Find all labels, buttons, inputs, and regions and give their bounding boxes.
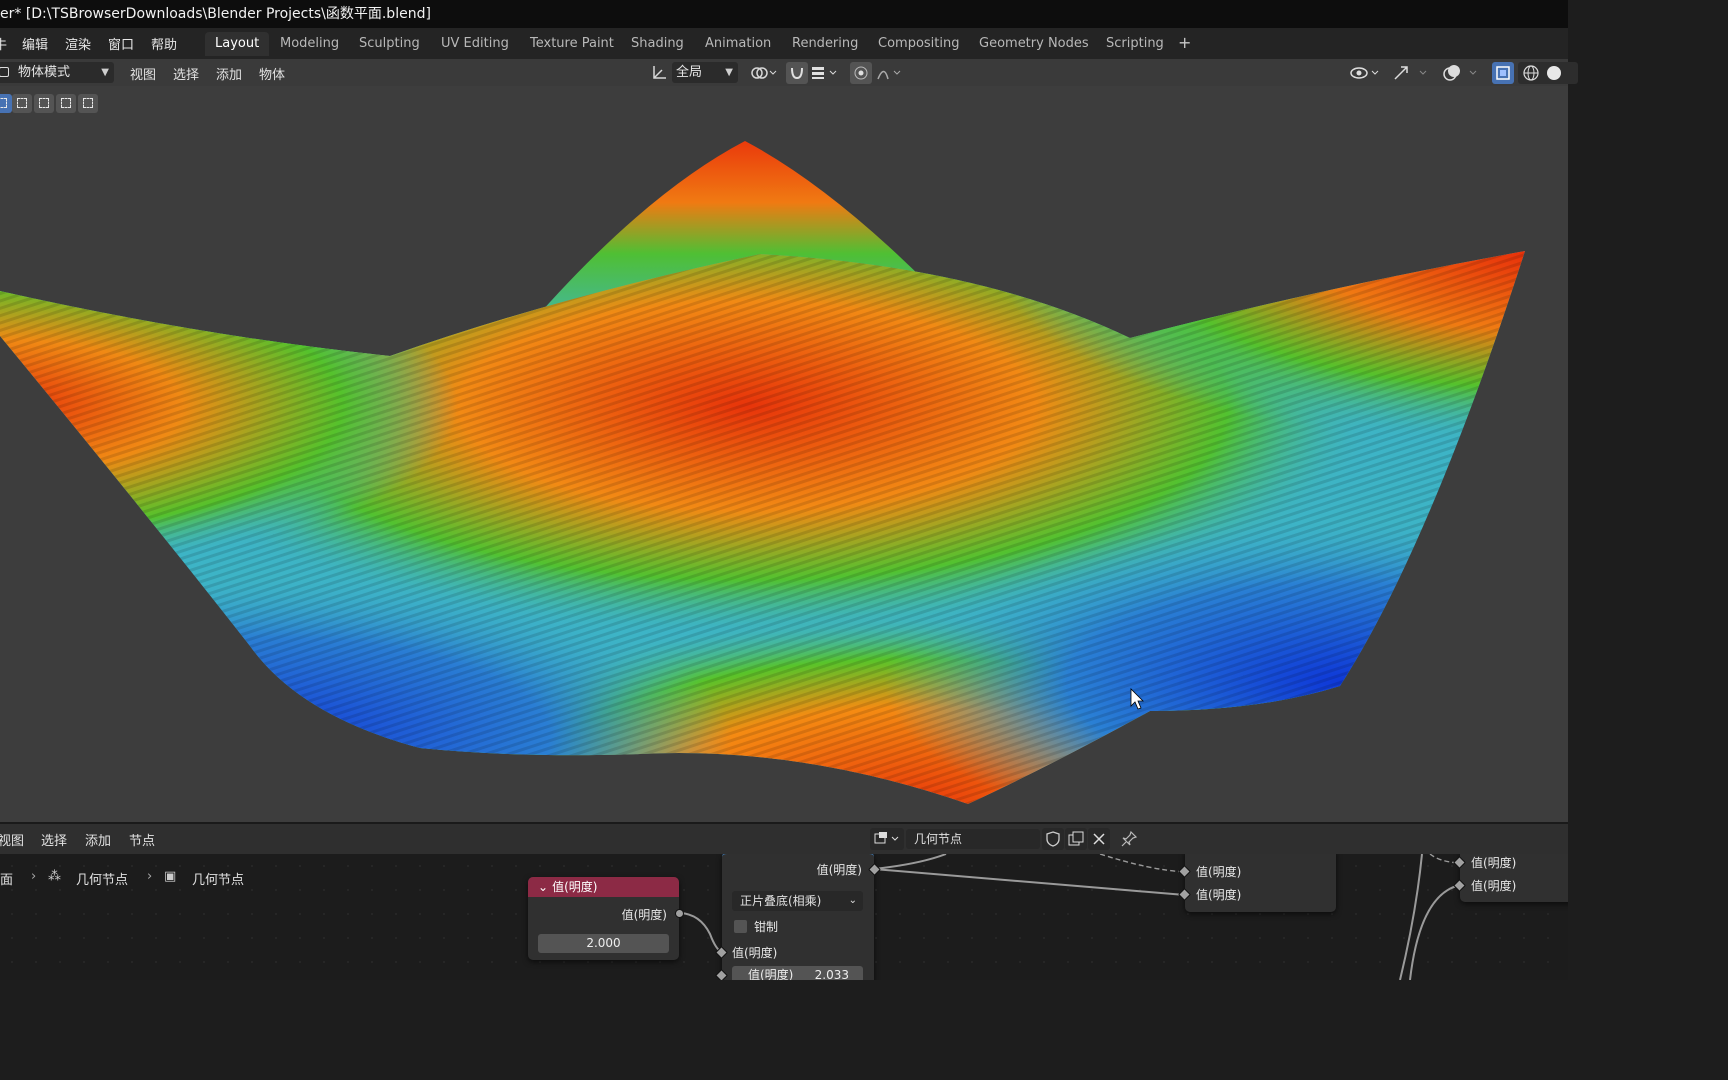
node-menu-node[interactable]: 节点 [129, 830, 155, 849]
value-node[interactable]: ⌄ 值(明度) 值(明度) 2.000 [528, 877, 684, 960]
pivot-icon[interactable] [748, 62, 778, 84]
object-mode-icon [0, 67, 9, 77]
math-value-field-label: 值(明度) [748, 968, 794, 980]
gizmo-icon[interactable] [1390, 62, 1430, 84]
select-extend-icon[interactable] [12, 94, 32, 113]
node-menu-select[interactable]: 选择 [41, 830, 67, 849]
viewport-menu-object[interactable]: 物体 [259, 64, 285, 83]
node-editor-canvas[interactable]: 面 › ⁂ 几何节点 › ▣ 几何节点 ⌄ 值(明度) 值(明度) 2.000 值… [0, 854, 1568, 980]
snap-icon[interactable] [786, 62, 808, 84]
value-output-socket[interactable] [675, 909, 684, 918]
tab-shading[interactable]: Shading [621, 32, 694, 56]
transform-orientation-label: 全局 [676, 65, 703, 80]
menu-edit[interactable]: 编辑 [22, 34, 48, 53]
tab-uv-editing[interactable]: UV Editing [431, 32, 519, 56]
falloff-icon[interactable] [874, 62, 908, 84]
node-tree-type-icon[interactable] [870, 828, 904, 850]
value-field[interactable]: 2.000 [538, 934, 669, 953]
menu-help[interactable]: 帮助 [151, 34, 177, 53]
chevron-down-icon: ▼ [101, 67, 109, 78]
select-subtract-icon[interactable] [34, 94, 54, 113]
overlay-icon[interactable] [1440, 62, 1480, 84]
value-node-header[interactable]: ⌄ 值(明度) [528, 877, 679, 897]
node-editor-header: 视图 选择 添加 节点 几何节点 [0, 822, 1568, 854]
snap-increment-icon[interactable] [808, 62, 838, 84]
3d-viewport[interactable] [0, 86, 1568, 822]
viewport-menu-select[interactable]: 选择 [173, 64, 199, 83]
add-workspace-button[interactable]: + [1178, 33, 1191, 52]
tab-scripting[interactable]: Scripting [1096, 32, 1174, 56]
node-menu-add[interactable]: 添加 [85, 830, 111, 849]
mode-dropdown[interactable]: 物体模式 ▼ [0, 62, 114, 83]
viewport-header: 物体模式 ▼ 视图 选择 添加 物体 全局 ▼ [0, 59, 1578, 86]
xray-icon[interactable] [1492, 62, 1514, 84]
tab-compositing[interactable]: Compositing [868, 32, 970, 56]
menu-window[interactable]: 窗口 [108, 34, 134, 53]
menu-render[interactable]: 渲染 [65, 34, 91, 53]
combine-input-label-2: 值(明度) [1196, 888, 1242, 902]
window-title-bar: er* [D:\TSBrowserDownloads\Blender Proje… [0, 0, 1568, 28]
math-value-field[interactable]: 值(明度) 2.033 [732, 966, 863, 980]
math-node[interactable]: 值(明度) 正片叠底(相乘) ⌄ 钳制 值(明度) 值(明度) 2.033 [715, 854, 881, 980]
tab-modeling[interactable]: Modeling [270, 32, 349, 56]
value-node-output-label: 值(明度) [621, 908, 667, 922]
tab-layout[interactable]: Layout [205, 32, 270, 56]
function-surface [0, 141, 1525, 804]
combine-input-label-1: 值(明度) [1196, 865, 1242, 879]
blend-mode-dropdown[interactable]: 正片叠底(相乘) ⌄ [732, 891, 863, 911]
viewport-menu-add[interactable]: 添加 [216, 64, 242, 83]
transform-orientation-dropdown[interactable]: 全局 ▼ [672, 62, 738, 83]
far-right-node[interactable]: 值(明度) 值(明度) [1453, 854, 1568, 902]
blend-mode-label: 正片叠底(相乘) [740, 894, 822, 908]
clamp-label: 钳制 [754, 920, 779, 934]
select-new-icon[interactable] [0, 94, 12, 113]
fake-user-shield-icon[interactable] [1042, 828, 1064, 850]
orientation-icon[interactable] [648, 62, 670, 84]
window-title: er* [D:\TSBrowserDownloads\Blender Proje… [0, 6, 431, 22]
top-menu-bar: 牛 编辑 渲染 窗口 帮助 Layout Modeling Sculpting … [0, 28, 1568, 59]
tab-texture-paint[interactable]: Texture Paint [520, 32, 624, 56]
math-node-output-label: 值(明度) [816, 863, 862, 877]
proportional-edit-icon[interactable] [850, 62, 872, 84]
tab-rendering[interactable]: Rendering [782, 32, 868, 56]
tab-geometry-nodes[interactable]: Geometry Nodes [969, 32, 1099, 56]
math-value-field-value: 2.033 [814, 968, 849, 980]
combine-node[interactable]: 值(明度) 值(明度) [1178, 854, 1336, 912]
visibility-icon[interactable] [1348, 62, 1382, 84]
node-menu-view[interactable]: 视图 [0, 830, 24, 849]
value-node-title: 值(明度) [552, 880, 598, 894]
wireframe-shading-icon[interactable] [1520, 62, 1542, 84]
select-invert-icon[interactable] [56, 94, 76, 113]
duplicate-icon[interactable] [1065, 828, 1087, 850]
math-input-label: 值(明度) [732, 946, 778, 960]
pin-icon[interactable] [1118, 828, 1140, 850]
viewport-menu-view[interactable]: 视图 [130, 64, 156, 83]
tab-animation[interactable]: Animation [695, 32, 781, 56]
chevron-down-icon[interactable]: ⌄ [538, 880, 548, 894]
node-tree-name-field[interactable]: 几何节点 [906, 829, 1040, 849]
select-intersect-icon[interactable] [78, 94, 98, 113]
chevron-down-icon: ▼ [725, 67, 733, 78]
clamp-checkbox[interactable] [734, 920, 747, 933]
close-icon[interactable] [1088, 828, 1110, 850]
chevron-down-icon: ⌄ [848, 895, 857, 906]
far-input-label-1: 值(明度) [1471, 856, 1517, 870]
mode-label: 物体模式 [18, 65, 71, 80]
tab-sculpting[interactable]: Sculpting [349, 32, 430, 56]
menu-file[interactable]: 牛 [0, 34, 7, 53]
solid-shading-icon[interactable] [1543, 62, 1565, 84]
far-input-label-2: 值(明度) [1471, 879, 1517, 893]
